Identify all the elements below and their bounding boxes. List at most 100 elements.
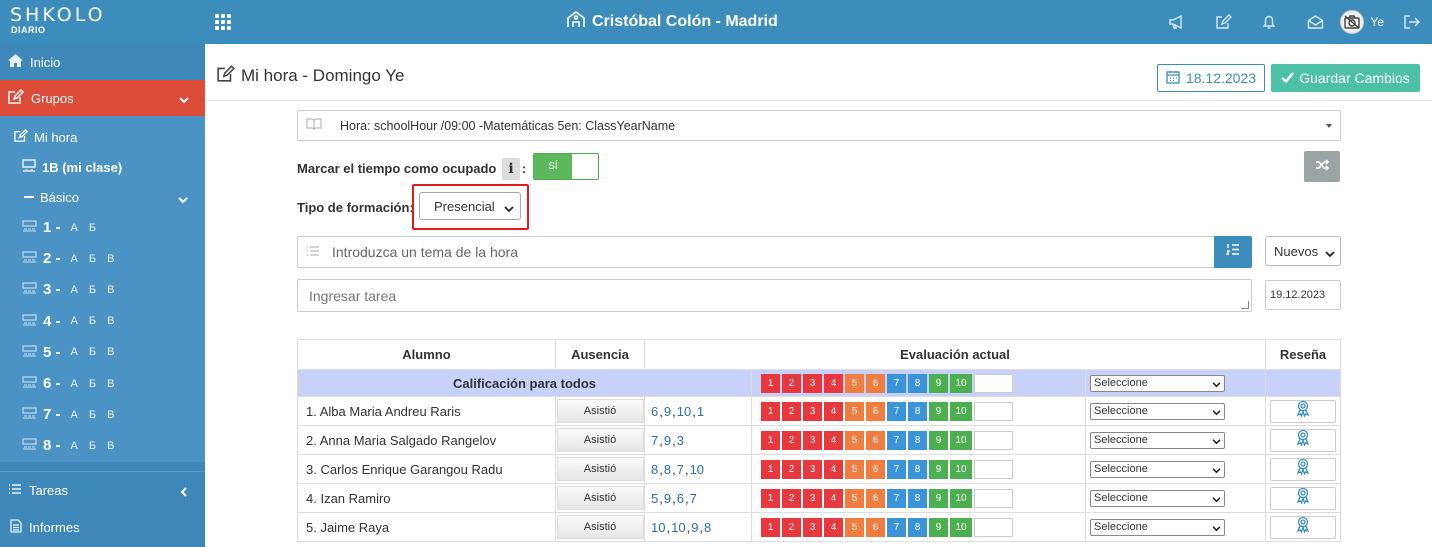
grade-type-select[interactable]: Seleccione <box>1090 431 1225 449</box>
sidebar-item-grade[interactable]: 4 - А Б В <box>0 306 205 337</box>
mark-link[interactable]: 8 <box>704 520 711 535</box>
grade-button[interactable]: 7 <box>887 488 906 508</box>
grade-button[interactable]: 6 <box>866 430 885 450</box>
grade-button[interactable]: 10 <box>950 401 972 421</box>
grade-button[interactable]: 4 <box>824 430 843 450</box>
grade-button[interactable]: 1 <box>761 488 780 508</box>
sidebar-item-informes[interactable]: Informes <box>0 509 205 546</box>
user-menu[interactable]: Ye <box>1338 10 1392 34</box>
grade-button[interactable]: 1 <box>761 430 780 450</box>
grade-button[interactable]: 10 <box>950 517 972 537</box>
mark-link[interactable]: 7 <box>651 433 658 448</box>
busy-toggle[interactable]: SÍ <box>533 153 599 180</box>
edit-icon[interactable] <box>1200 0 1246 44</box>
grade-button[interactable]: 3 <box>803 488 822 508</box>
grade-type-select[interactable]: Seleccione <box>1090 489 1225 507</box>
mark-link[interactable]: 9 <box>664 433 671 448</box>
attendance-button[interactable]: Asistió <box>556 399 644 423</box>
grade-button[interactable]: 7 <box>887 430 906 450</box>
mark-link[interactable]: 8 <box>651 462 658 477</box>
grade-button[interactable]: 8 <box>908 401 927 421</box>
grade-button[interactable]: 5 <box>845 517 864 537</box>
grade-button[interactable]: 1 <box>761 401 780 421</box>
grade-button[interactable]: 8 <box>908 488 927 508</box>
hora-select[interactable]: Hora: schoolHour /09:00 -Matemáticas 5en… <box>297 110 1341 141</box>
sidebar-item-mi-hora[interactable]: Mi hora <box>0 122 205 152</box>
grade-button[interactable]: 10 <box>950 430 972 450</box>
megaphone-icon[interactable] <box>1154 0 1200 44</box>
attendance-button[interactable]: Asistió <box>556 457 644 481</box>
grade-input[interactable] <box>974 401 1013 421</box>
sidebar-item-grade[interactable]: 7 - А Б В <box>0 399 205 430</box>
student-name[interactable]: 4. Izan Ramiro <box>297 484 556 512</box>
bell-icon[interactable] <box>1246 0 1292 44</box>
review-button[interactable] <box>1270 399 1336 423</box>
mark-link[interactable]: 7 <box>690 491 697 506</box>
mark-link[interactable]: 9 <box>664 404 671 419</box>
review-button[interactable] <box>1270 457 1336 481</box>
shuffle-button[interactable] <box>1304 151 1340 182</box>
grade-button[interactable]: 1 <box>761 517 780 537</box>
tema-input[interactable]: Introduzca un tema de la hora <box>297 236 1215 268</box>
sidebar-item-grade[interactable]: 2 - А Б В <box>0 243 205 274</box>
mark-link[interactable]: 6 <box>651 404 658 419</box>
grade-input[interactable] <box>974 430 1013 450</box>
grade-button[interactable]: 10 <box>950 459 972 479</box>
envelope-icon[interactable] <box>1292 0 1338 44</box>
sidebar-item-tareas[interactable]: Tareas <box>0 472 205 509</box>
info-icon[interactable]: i <box>502 158 520 180</box>
sidebar-item-grade[interactable]: 1 - А Б <box>0 212 205 243</box>
tarea-input[interactable]: Ingresar tarea <box>297 279 1252 312</box>
grade-button[interactable]: 4 <box>824 517 843 537</box>
grade-button[interactable]: 8 <box>908 517 927 537</box>
grade-button[interactable]: 8 <box>908 459 927 479</box>
review-button[interactable] <box>1270 428 1336 452</box>
grade-button[interactable]: 2 <box>782 517 801 537</box>
grade-button[interactable]: 1 <box>761 373 780 393</box>
mark-link[interactable]: 10 <box>671 520 685 535</box>
sidebar-item-grade[interactable]: 3 - А Б В <box>0 274 205 305</box>
grade-button[interactable]: 5 <box>845 459 864 479</box>
grade-type-select[interactable]: Seleccione <box>1090 518 1225 536</box>
mark-link[interactable]: 7 <box>677 462 684 477</box>
grade-button[interactable]: 7 <box>887 459 906 479</box>
date-button[interactable]: 18.12.2023 <box>1157 64 1265 92</box>
attendance-button[interactable]: Asistió <box>556 428 644 452</box>
mark-link[interactable]: 1 <box>697 404 704 419</box>
grade-button[interactable]: 5 <box>845 373 864 393</box>
grade-button[interactable]: 6 <box>866 459 885 479</box>
resize-handle-icon[interactable] <box>1241 301 1249 309</box>
grade-button[interactable]: 4 <box>824 459 843 479</box>
student-name[interactable]: 1. Alba Maria Andreu Raris <box>297 397 556 425</box>
mark-link[interactable]: 3 <box>677 433 684 448</box>
grade-button[interactable]: 7 <box>887 401 906 421</box>
grade-button[interactable]: 9 <box>929 430 948 450</box>
grade-button[interactable]: 10 <box>950 488 972 508</box>
grade-button[interactable]: 10 <box>950 373 972 393</box>
topic-list-button[interactable] <box>1214 236 1252 268</box>
tarea-date-field[interactable]: 19.12.2023 <box>1265 280 1341 310</box>
save-button[interactable]: Guardar Cambios <box>1271 64 1420 92</box>
grade-input[interactable] <box>974 459 1013 479</box>
grade-button[interactable]: 3 <box>803 517 822 537</box>
grade-button[interactable]: 1 <box>761 459 780 479</box>
student-name[interactable]: 3. Carlos Enrique Garangou Radu <box>297 455 556 483</box>
grade-button[interactable]: 8 <box>908 373 927 393</box>
sidebar-item-grade[interactable]: 6 - А Б В <box>0 368 205 399</box>
grade-type-select[interactable]: Seleccione <box>1090 402 1225 420</box>
grade-button[interactable]: 3 <box>803 459 822 479</box>
grade-button[interactable]: 9 <box>929 401 948 421</box>
grade-type-select[interactable]: Seleccione <box>1090 374 1225 392</box>
grade-button[interactable]: 4 <box>824 373 843 393</box>
grade-input[interactable] <box>974 488 1013 508</box>
mark-link[interactable]: 10 <box>651 520 665 535</box>
sidebar-item-inicio[interactable]: Inicio <box>0 44 205 80</box>
grade-button[interactable]: 3 <box>803 373 822 393</box>
student-name[interactable]: 2. Anna Maria Salgado Rangelov <box>297 426 556 454</box>
grade-button[interactable]: 2 <box>782 459 801 479</box>
attendance-button[interactable]: Asistió <box>556 515 644 539</box>
grade-button[interactable]: 8 <box>908 430 927 450</box>
grade-button[interactable]: 9 <box>929 373 948 393</box>
grade-button[interactable]: 4 <box>824 401 843 421</box>
grade-button[interactable]: 5 <box>845 430 864 450</box>
